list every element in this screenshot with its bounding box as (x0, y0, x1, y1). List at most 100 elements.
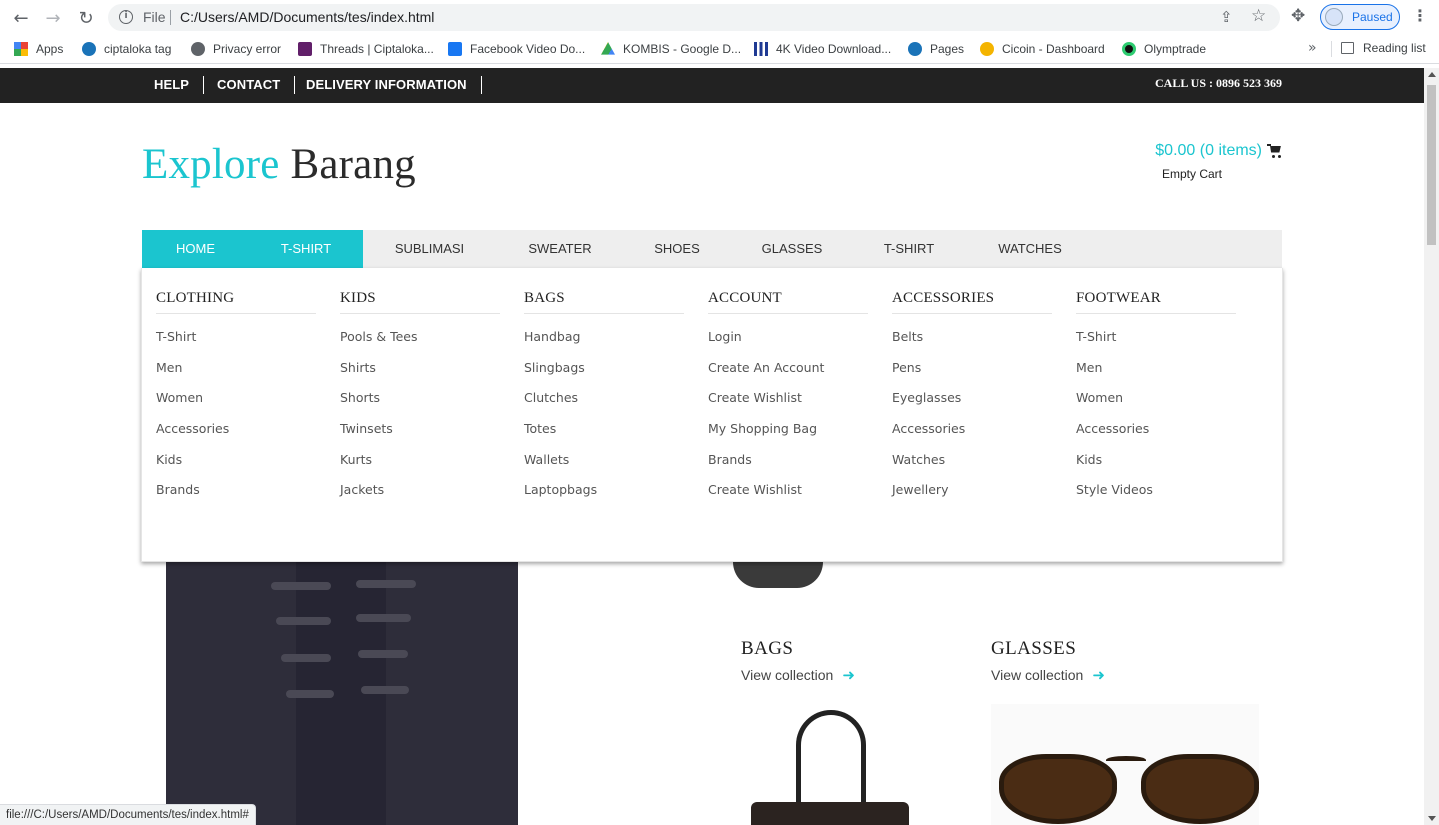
bookmark-facebook-video[interactable]: Facebook Video Do... (448, 41, 585, 57)
nav-t-shirt[interactable]: T-SHIRT (249, 230, 363, 268)
menu-column-account: ACCOUNT Login Create An Account Create W… (708, 290, 868, 514)
menu-link[interactable]: Accessories (892, 422, 1052, 453)
bookmark-label: Cicoin - Dashboard (1002, 42, 1105, 56)
sunglasses-product-image[interactable] (991, 704, 1259, 825)
google-drive-icon (601, 42, 615, 55)
nav-t-shirt-2[interactable]: T-SHIRT (854, 230, 964, 268)
bookmark-star-icon[interactable]: ☆ (1251, 6, 1266, 26)
bookmark-kombis[interactable]: KOMBIS - Google D... (601, 41, 741, 57)
bookmark-label: Privacy error (213, 42, 282, 56)
menu-link[interactable]: Brands (708, 452, 868, 484)
menu-column-kids: KIDS Pools & Tees Shirts Shorts Twinsets… (340, 290, 500, 514)
bookmark-label: Facebook Video Do... (470, 42, 586, 56)
menu-link[interactable]: Slingbags (524, 360, 684, 392)
back-arrow-icon[interactable]: ← (10, 7, 32, 29)
menu-link[interactable]: Kids (1076, 452, 1236, 484)
address-bar[interactable]: i File C:/Users/AMD/Documents/tes/index.… (108, 4, 1280, 31)
bookmark-threads[interactable]: Threads | Ciptaloka... (298, 41, 434, 57)
bookmark-apps[interactable]: Apps (14, 41, 63, 57)
menu-link[interactable]: My Shopping Bag (708, 422, 868, 453)
bookmark-ciptaloka-tag[interactable]: ciptaloka tag (82, 41, 171, 57)
menu-link[interactable]: Pools & Tees (340, 330, 500, 361)
contact-link[interactable]: CONTACT (203, 76, 296, 94)
menu-link[interactable]: Style Videos (1076, 483, 1236, 514)
menu-link[interactable]: Watches (892, 452, 1052, 484)
menu-link[interactable]: Handbag (524, 330, 684, 361)
delivery-information-link[interactable]: DELIVERY INFORMATION (292, 76, 482, 94)
bookmark-cicoin[interactable]: Cicoin - Dashboard (980, 41, 1105, 57)
forward-arrow-icon[interactable]: → (42, 7, 64, 29)
menu-link[interactable]: Totes (524, 422, 684, 453)
bookmark-privacy-error[interactable]: Privacy error (191, 41, 281, 57)
share-icon[interactable]: ⇪ (1220, 8, 1233, 26)
mega-dropdown-menu: CLOTHING T-Shirt Men Women Accessories K… (141, 268, 1283, 562)
menu-link[interactable]: Women (1076, 391, 1236, 422)
menu-link[interactable]: Kids (156, 452, 316, 484)
scrollbar-thumb[interactable] (1427, 85, 1436, 245)
jacket-product-image[interactable] (166, 562, 526, 825)
globe-icon (191, 42, 205, 56)
menu-link[interactable]: Men (156, 360, 316, 392)
menu-link[interactable]: Create Wishlist (708, 483, 868, 514)
view-collection-label: View collection (741, 667, 834, 683)
more-bookmarks-icon[interactable]: » (1308, 40, 1317, 56)
menu-link[interactable]: Kurts (340, 452, 500, 484)
menu-link[interactable]: Wallets (524, 452, 684, 484)
profile-button[interactable]: Paused (1320, 4, 1400, 30)
bookmark-pages[interactable]: Pages (908, 41, 964, 57)
menu-link[interactable]: Jewellery (892, 483, 1052, 514)
address-divider (170, 10, 171, 25)
menu-link[interactable]: Brands (156, 483, 316, 514)
menu-link[interactable]: Clutches (524, 391, 684, 422)
reload-icon[interactable]: ↻ (75, 7, 97, 29)
bookmark-4k-video[interactable]: 4K Video Download... (754, 41, 891, 57)
menu-link[interactable]: Pens (892, 360, 1052, 392)
extensions-puzzle-icon[interactable]: ✥ (1291, 6, 1305, 26)
nav-glasses[interactable]: GLASSES (730, 230, 854, 268)
menu-link[interactable]: Men (1076, 360, 1236, 392)
menu-link[interactable]: Shirts (340, 360, 500, 392)
column-title: ACCOUNT (708, 290, 868, 314)
nav-watches[interactable]: WATCHES (964, 230, 1096, 268)
menu-link[interactable]: Twinsets (340, 422, 500, 453)
cart-icon (1267, 143, 1282, 159)
product-image-partial[interactable] (733, 562, 823, 588)
menu-link[interactable]: Belts (892, 330, 1052, 361)
menu-link[interactable]: Create An Account (708, 360, 868, 392)
help-link[interactable]: HELP (140, 76, 205, 94)
bookmark-olymptrade[interactable]: Olymptrade (1122, 41, 1206, 57)
page-scrollbar[interactable] (1424, 68, 1439, 825)
menu-link[interactable]: T-Shirt (1076, 330, 1236, 361)
main-navigation: HOME T-SHIRT SUBLIMASI SWEATER SHOES GLA… (142, 230, 1282, 268)
menu-link[interactable]: Create Wishlist (708, 391, 868, 422)
site-logo[interactable]: Explore Barang (142, 140, 416, 189)
menu-link[interactable]: Jackets (340, 483, 500, 514)
scheme-label: File (143, 9, 166, 25)
bags-view-collection-link[interactable]: View collection ➜ (741, 666, 855, 684)
menu-link[interactable]: Shorts (340, 391, 500, 422)
cart-summary[interactable]: $0.00 (0 items) (1155, 142, 1282, 160)
reading-list-button[interactable]: Reading list (1341, 41, 1426, 55)
column-title: ACCESSORIES (892, 290, 1052, 314)
menu-link[interactable]: Women (156, 391, 316, 422)
url-text[interactable]: C:/Users/AMD/Documents/tes/index.html (180, 9, 434, 25)
scroll-down-arrow-icon[interactable] (1428, 816, 1436, 821)
scroll-up-arrow-icon[interactable] (1428, 72, 1436, 77)
menu-link[interactable]: Eyeglasses (892, 391, 1052, 422)
nav-sublimasi[interactable]: SUBLIMASI (363, 230, 496, 268)
nav-home[interactable]: HOME (142, 230, 249, 268)
bookmark-divider (1331, 41, 1332, 57)
browser-menu-icon[interactable]: ⋮ (1412, 6, 1428, 25)
menu-link[interactable]: Accessories (156, 422, 316, 453)
handbag-product-image[interactable] (751, 710, 911, 825)
column-title: FOOTWEAR (1076, 290, 1236, 314)
nav-shoes[interactable]: SHOES (624, 230, 730, 268)
info-icon[interactable]: i (119, 10, 133, 24)
browser-toolbar: ← → ↻ i File C:/Users/AMD/Documents/tes/… (0, 0, 1439, 34)
menu-link[interactable]: Laptopbags (524, 483, 684, 514)
menu-link[interactable]: Accessories (1076, 422, 1236, 453)
nav-sweater[interactable]: SWEATER (496, 230, 624, 268)
menu-link[interactable]: T-Shirt (156, 330, 316, 361)
menu-link[interactable]: Login (708, 330, 868, 361)
glasses-view-collection-link[interactable]: View collection ➜ (991, 666, 1105, 684)
